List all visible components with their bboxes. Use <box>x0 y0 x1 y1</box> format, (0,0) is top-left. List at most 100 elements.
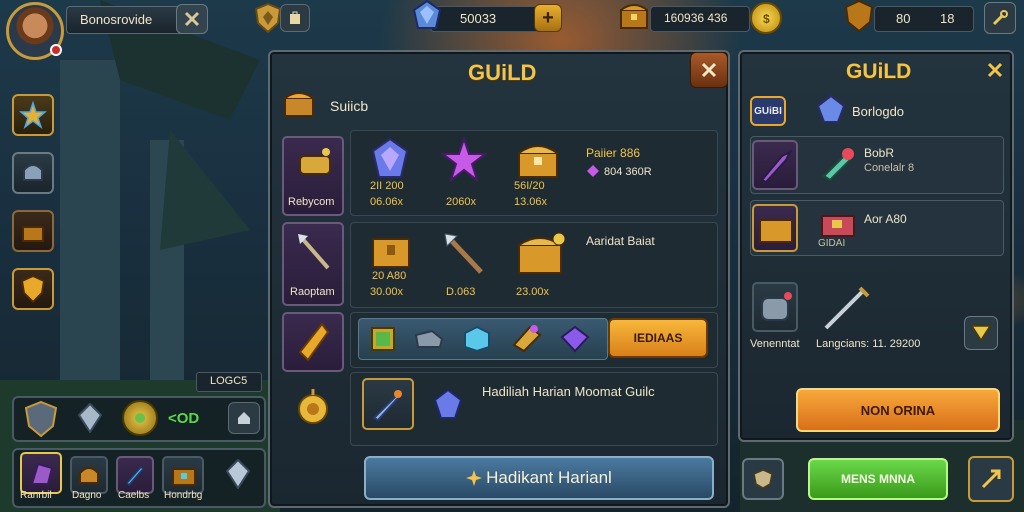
ornate-chest-icon <box>518 232 566 274</box>
row2-item-2[interactable] <box>436 228 492 280</box>
left-menu-armory[interactable] <box>12 152 54 194</box>
bottom-slot-1-label: Ranrbil <box>20 490 52 501</box>
bottom-slot-2[interactable] <box>70 456 108 494</box>
crystal-icon <box>77 403 103 433</box>
row1-item-3[interactable] <box>510 136 566 184</box>
star-emblem-icon <box>19 101 47 129</box>
row1-item-1[interactable] <box>362 136 418 184</box>
bronze-helm-icon <box>79 467 99 484</box>
sapphire-icon <box>433 388 463 419</box>
green-confirm-button[interactable]: MENS MNNA <box>808 458 948 500</box>
shield-icon <box>255 3 281 33</box>
bottom-shield-button[interactable] <box>742 458 784 500</box>
purple-star-icon <box>441 137 487 183</box>
strip-item-2[interactable] <box>412 322 446 356</box>
bottom-slot-4-label: Hondrbg <box>164 490 203 501</box>
row2-item-1[interactable] <box>364 228 418 272</box>
bottom-slot-1[interactable] <box>20 452 62 494</box>
golden-trunk-icon <box>372 238 410 268</box>
stat-a-value: 80 <box>896 11 911 26</box>
arcane-dagger-icon <box>372 389 403 422</box>
row1-tab-label: Rebycom <box>288 196 335 208</box>
close-icon <box>987 62 1003 78</box>
stat-chip-label: LOGC5 <box>210 375 248 387</box>
left-menu-guild[interactable] <box>12 268 54 310</box>
blue-dagger-icon <box>125 465 145 487</box>
left-menu-crafting[interactable] <box>12 210 54 252</box>
bottom-upgrade-button[interactable] <box>968 456 1014 502</box>
row1-item-3-top: 56I/20 <box>514 180 545 192</box>
guild-side-close-button[interactable] <box>980 56 1010 84</box>
guild-side-badge[interactable]: GUiBI <box>750 96 786 126</box>
upgrade-arrow-icon <box>981 469 1001 489</box>
side-footer-slot[interactable] <box>752 282 798 332</box>
tools-button[interactable] <box>176 4 208 34</box>
row1-item-3-bottom: 13.06x <box>514 196 548 208</box>
shield-button[interactable] <box>254 2 282 34</box>
ice-cube-icon <box>464 325 490 353</box>
strip-item-5[interactable] <box>558 322 592 356</box>
strip-item-1[interactable] <box>366 322 400 356</box>
bottom-slot-3[interactable] <box>116 456 154 494</box>
quick-crystal-button[interactable] <box>72 400 108 436</box>
side-card-2-item-icon <box>821 215 855 237</box>
blue-crystal-icon <box>371 137 409 178</box>
strip-item-3[interactable] <box>460 322 494 356</box>
strip-action-button[interactable]: IEDIAAS <box>608 318 708 358</box>
side-card-1-sub: Conelalr 8 <box>864 162 915 174</box>
guild-main-subtitle: Suiicb <box>330 98 369 114</box>
row2-item-3[interactable] <box>512 228 572 280</box>
guild-side-gem-icon <box>816 94 846 123</box>
settings-button[interactable] <box>984 2 1016 34</box>
side-card-2-slot[interactable] <box>752 204 798 252</box>
row3-tab[interactable] <box>282 312 344 372</box>
bottom-slot-5[interactable] <box>220 456 256 492</box>
bottom-slot-4[interactable] <box>162 456 204 494</box>
add-gems-button[interactable]: + <box>534 4 562 32</box>
house-icon <box>238 412 250 424</box>
player-name: Bonosrovide <box>80 12 153 27</box>
strip-item-4[interactable] <box>508 320 546 356</box>
quick-home-button[interactable] <box>228 402 260 434</box>
bottom-slot-3-label: Caelbs <box>118 490 150 501</box>
inventory-button[interactable] <box>280 4 310 32</box>
wrench-icon <box>992 10 1008 26</box>
medal-icon <box>135 413 145 423</box>
chest-small-icon <box>22 226 44 242</box>
side-footer-right: Langcians: 11. 29200 <box>816 338 921 350</box>
spellbook-icon <box>371 327 395 351</box>
spear-icon <box>298 234 330 270</box>
guild-side-title: GUiLD <box>846 60 912 83</box>
detail-item-slot[interactable] <box>362 378 414 430</box>
row4-tab[interactable] <box>286 380 340 434</box>
detail-text: Hadiliah Harian Moomat Guilc <box>482 384 655 399</box>
gold-coin-button[interactable]: $ <box>750 2 782 34</box>
side-card-2-title: Aor A80 <box>864 212 907 226</box>
quick-medal-button[interactable] <box>122 400 158 436</box>
row1-item-2[interactable] <box>436 136 492 184</box>
notification-dot <box>50 44 62 56</box>
golden-chest-icon <box>518 145 558 178</box>
chest-icon <box>620 4 648 29</box>
iron-boots-icon <box>414 329 444 348</box>
side-card-1-slot[interactable] <box>752 140 798 190</box>
quick-shield-button[interactable] <box>20 398 62 440</box>
row2-tab-label: Raoptam <box>290 286 335 298</box>
guild-main-title: GUiLD <box>468 60 537 85</box>
purple-gauntlet-icon <box>30 462 54 485</box>
guild-crest-icon <box>844 0 874 32</box>
side-card-1-item-icon <box>822 148 854 182</box>
golden-amulet-icon <box>298 389 328 424</box>
side-shield-button[interactable] <box>964 316 998 350</box>
row2-item-1-bottom: 30.00x <box>370 286 404 298</box>
row2-item-1-top: 20 A80 <box>372 270 407 282</box>
left-menu-quests[interactable] <box>12 94 54 136</box>
side-action-button[interactable]: NON ORINA <box>796 388 1000 432</box>
quick-count-label: <OD <box>168 410 200 427</box>
guild-main-bottom-button[interactable]: Hadikant Harianl <box>364 456 714 500</box>
detail-gem[interactable] <box>428 386 468 422</box>
violet-gem-icon <box>560 325 590 353</box>
close-icon <box>701 62 717 78</box>
knight-shield-icon <box>24 400 58 438</box>
guild-main-close-button[interactable] <box>690 52 728 88</box>
